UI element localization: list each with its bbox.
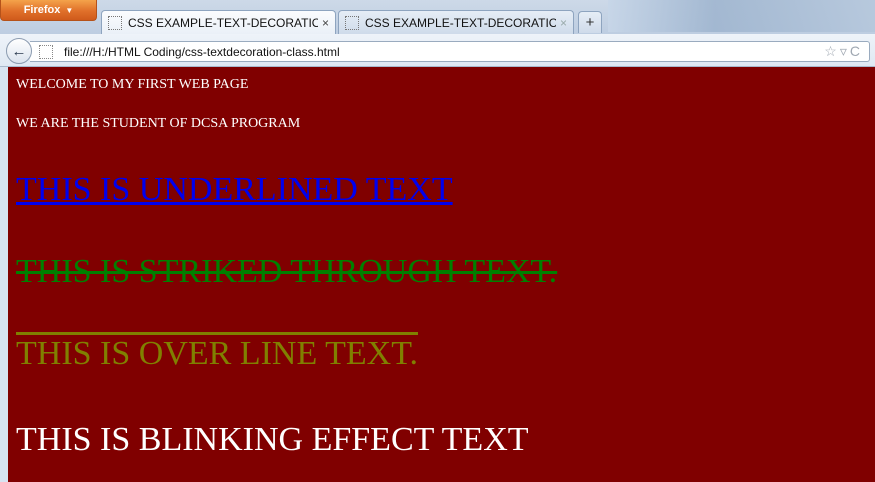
tab-title: CSS EXAMPLE-TEXT-DECORATION U... [128, 15, 318, 30]
page-content: WELCOME TO MY FIRST WEB PAGE WE ARE THE … [8, 67, 875, 482]
underlined-text: THIS IS UNDERLINED TEXT [16, 171, 453, 208]
tab-strip: Firefox ▼ CSS EXAMPLE-TEXT-DECORATION U.… [0, 0, 875, 34]
page-favicon-icon [108, 15, 122, 30]
url-bar[interactable]: file:///H:/HTML Coding/css-textdecoratio… [30, 41, 870, 62]
tab-inactive[interactable]: CSS EXAMPLE-TEXT-DECORATION × [338, 10, 574, 34]
firefox-menu-label: Firefox [23, 4, 61, 16]
bookmark-star-dropdown-reload-icons[interactable]: ☆▿C [824, 43, 863, 60]
close-tab-icon[interactable]: × [560, 16, 567, 30]
navigation-bar: file:///H:/HTML Coding/css-textdecoratio… [0, 34, 875, 67]
welcome-text: WELCOME TO MY FIRST WEB PAGE [16, 77, 249, 92]
site-identity-icon[interactable] [39, 45, 53, 59]
new-tab-button[interactable]: + [578, 11, 602, 33]
student-text: WE ARE THE STUDENT OF DCSA PROGRAM [16, 116, 301, 131]
caret-down-icon: ▼ [65, 5, 74, 15]
close-tab-icon[interactable]: × [322, 16, 329, 30]
blinking-text: THIS IS BLINKING EFFECT TEXT [16, 421, 529, 458]
tab-active[interactable]: CSS EXAMPLE-TEXT-DECORATION U... × [101, 10, 336, 34]
firefox-menu-button[interactable]: Firefox ▼ [0, 0, 97, 21]
strikethrough-text: THIS IS STRIKED THROUGH TEXT. [16, 253, 558, 290]
url-text[interactable]: file:///H:/HTML Coding/css-textdecoratio… [64, 45, 340, 59]
tab-title: CSS EXAMPLE-TEXT-DECORATION [365, 15, 556, 30]
overline-text: THIS IS OVER LINE TEXT. [16, 335, 418, 372]
back-button[interactable]: ← [6, 38, 32, 64]
tab-strip-background [608, 0, 875, 32]
page-favicon-icon [345, 15, 359, 30]
